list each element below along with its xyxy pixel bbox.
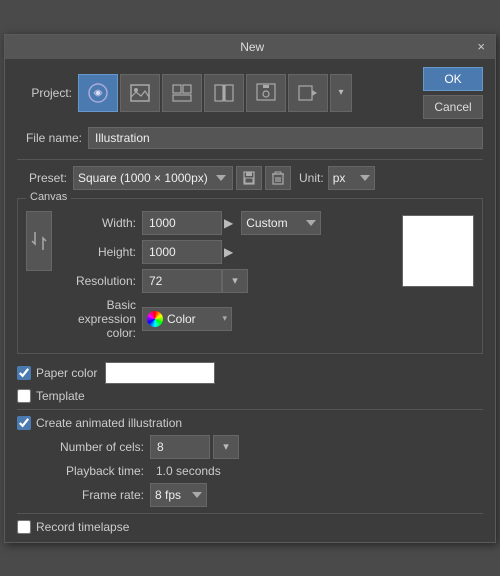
canvas-preview: [402, 215, 474, 287]
height-label: Height:: [66, 245, 136, 259]
custom-select[interactable]: Custom RGB CMYK: [241, 211, 321, 235]
framerate-row: Frame rate: 8 fps 12 fps 24 fps 30 fps: [39, 483, 483, 507]
height-input[interactable]: [142, 240, 222, 264]
unit-select[interactable]: px mm cm inch: [328, 166, 375, 190]
resolution-input[interactable]: [142, 269, 222, 293]
animated-section: Create animated illustration Number of c…: [17, 416, 483, 507]
framerate-label: Frame rate:: [39, 488, 144, 502]
paper-color-checkbox[interactable]: [17, 366, 31, 380]
resolution-row: Resolution: ▾: [66, 269, 392, 293]
project-icon-group: ▾: [78, 74, 415, 112]
template-checkbox[interactable]: [17, 389, 31, 403]
template-label[interactable]: Template: [17, 389, 85, 403]
divider-1: [17, 159, 483, 160]
project-icon-comic[interactable]: [162, 74, 202, 112]
cels-dropdown-button[interactable]: ▾: [213, 435, 239, 459]
title-bar: New ×: [5, 35, 495, 59]
paper-color-label[interactable]: Paper color: [17, 366, 97, 380]
width-arrow-button[interactable]: ▶: [224, 216, 233, 230]
canvas-title: Canvas: [26, 191, 71, 203]
project-row: Project:: [17, 67, 483, 119]
playback-value: 1.0 seconds: [156, 464, 221, 478]
animated-checkbox[interactable]: [17, 416, 31, 430]
filename-label: File name:: [17, 131, 82, 145]
animated-label[interactable]: Create animated illustration: [17, 416, 182, 430]
record-label[interactable]: Record timelapse: [17, 520, 129, 534]
color-wheel-icon: [147, 311, 163, 327]
project-icon-more[interactable]: ▾: [330, 74, 352, 112]
project-icon-settings[interactable]: [246, 74, 286, 112]
animated-header: Create animated illustration: [17, 416, 483, 430]
height-arrow-button[interactable]: ▶: [224, 245, 233, 259]
cels-row: Number of cels: ▾: [39, 435, 483, 459]
divider-2: [17, 409, 483, 410]
playback-row: Playback time: 1.0 seconds: [39, 464, 483, 478]
project-icon-video[interactable]: [288, 74, 328, 112]
paper-row: Paper color: [17, 362, 483, 384]
record-checkbox[interactable]: [17, 520, 31, 534]
preset-save-button[interactable]: [236, 166, 262, 190]
canvas-left: [26, 211, 58, 271]
resolution-label: Resolution:: [66, 274, 136, 288]
color-label: Basic expression color:: [66, 298, 136, 340]
filename-row: File name:: [17, 127, 483, 149]
template-row: Template: [17, 389, 483, 403]
color-chevron-icon: ▾: [222, 313, 227, 324]
template-text: Template: [36, 389, 85, 403]
record-row: Record timelapse: [17, 520, 483, 534]
canvas-inner: Width: ▶ Custom RGB CMYK H: [26, 211, 474, 345]
dialog-title: New: [29, 40, 475, 54]
project-icon-image[interactable]: [120, 74, 160, 112]
preset-select[interactable]: Square (1000 × 1000px) A4 Letter Custom: [73, 166, 233, 190]
color-value: Color: [167, 312, 218, 326]
filename-input[interactable]: [88, 127, 483, 149]
height-row: Height: ▶: [66, 240, 392, 264]
custom-dropdown: Custom RGB CMYK: [241, 211, 321, 235]
animated-text: Create animated illustration: [36, 416, 182, 430]
color-select[interactable]: Color ▾: [142, 307, 232, 331]
preset-delete-button[interactable]: [265, 166, 291, 190]
canvas-fields: Width: ▶ Custom RGB CMYK H: [66, 211, 392, 345]
color-row: Basic expression color: Color ▾: [66, 298, 392, 340]
project-icon-book[interactable]: [204, 74, 244, 112]
new-dialog: New × Project:: [4, 34, 496, 543]
unit-label: Unit:: [299, 171, 324, 185]
framerate-select[interactable]: 8 fps 12 fps 24 fps 30 fps: [150, 483, 207, 507]
width-input[interactable]: [142, 211, 222, 235]
width-row: Width: ▶ Custom RGB CMYK: [66, 211, 392, 235]
project-icon-illustration[interactable]: [78, 74, 118, 112]
record-text: Record timelapse: [36, 520, 129, 534]
ok-cancel-group: OK Cancel: [423, 67, 483, 119]
cancel-button[interactable]: Cancel: [423, 95, 483, 119]
paper-color-text: Paper color: [36, 366, 97, 380]
swap-dimensions-button[interactable]: [26, 211, 52, 271]
preset-row: Preset: Square (1000 × 1000px) A4 Letter…: [17, 166, 483, 190]
width-label: Width:: [66, 216, 136, 230]
dialog-body: Project:: [5, 59, 495, 542]
playback-label: Playback time:: [39, 464, 144, 478]
resolution-dropdown-button[interactable]: ▾: [222, 269, 248, 293]
ok-button[interactable]: OK: [423, 67, 483, 91]
cels-input[interactable]: [150, 435, 210, 459]
cels-label: Number of cels:: [39, 440, 144, 454]
preset-label: Preset:: [17, 171, 67, 185]
animated-fields: Number of cels: ▾ Playback time: 1.0 sec…: [17, 435, 483, 507]
close-button[interactable]: ×: [475, 39, 487, 54]
project-label: Project:: [17, 86, 72, 100]
divider-3: [17, 513, 483, 514]
paper-color-swatch[interactable]: [105, 362, 215, 384]
canvas-group: Canvas Width: ▶ Custom: [17, 198, 483, 354]
